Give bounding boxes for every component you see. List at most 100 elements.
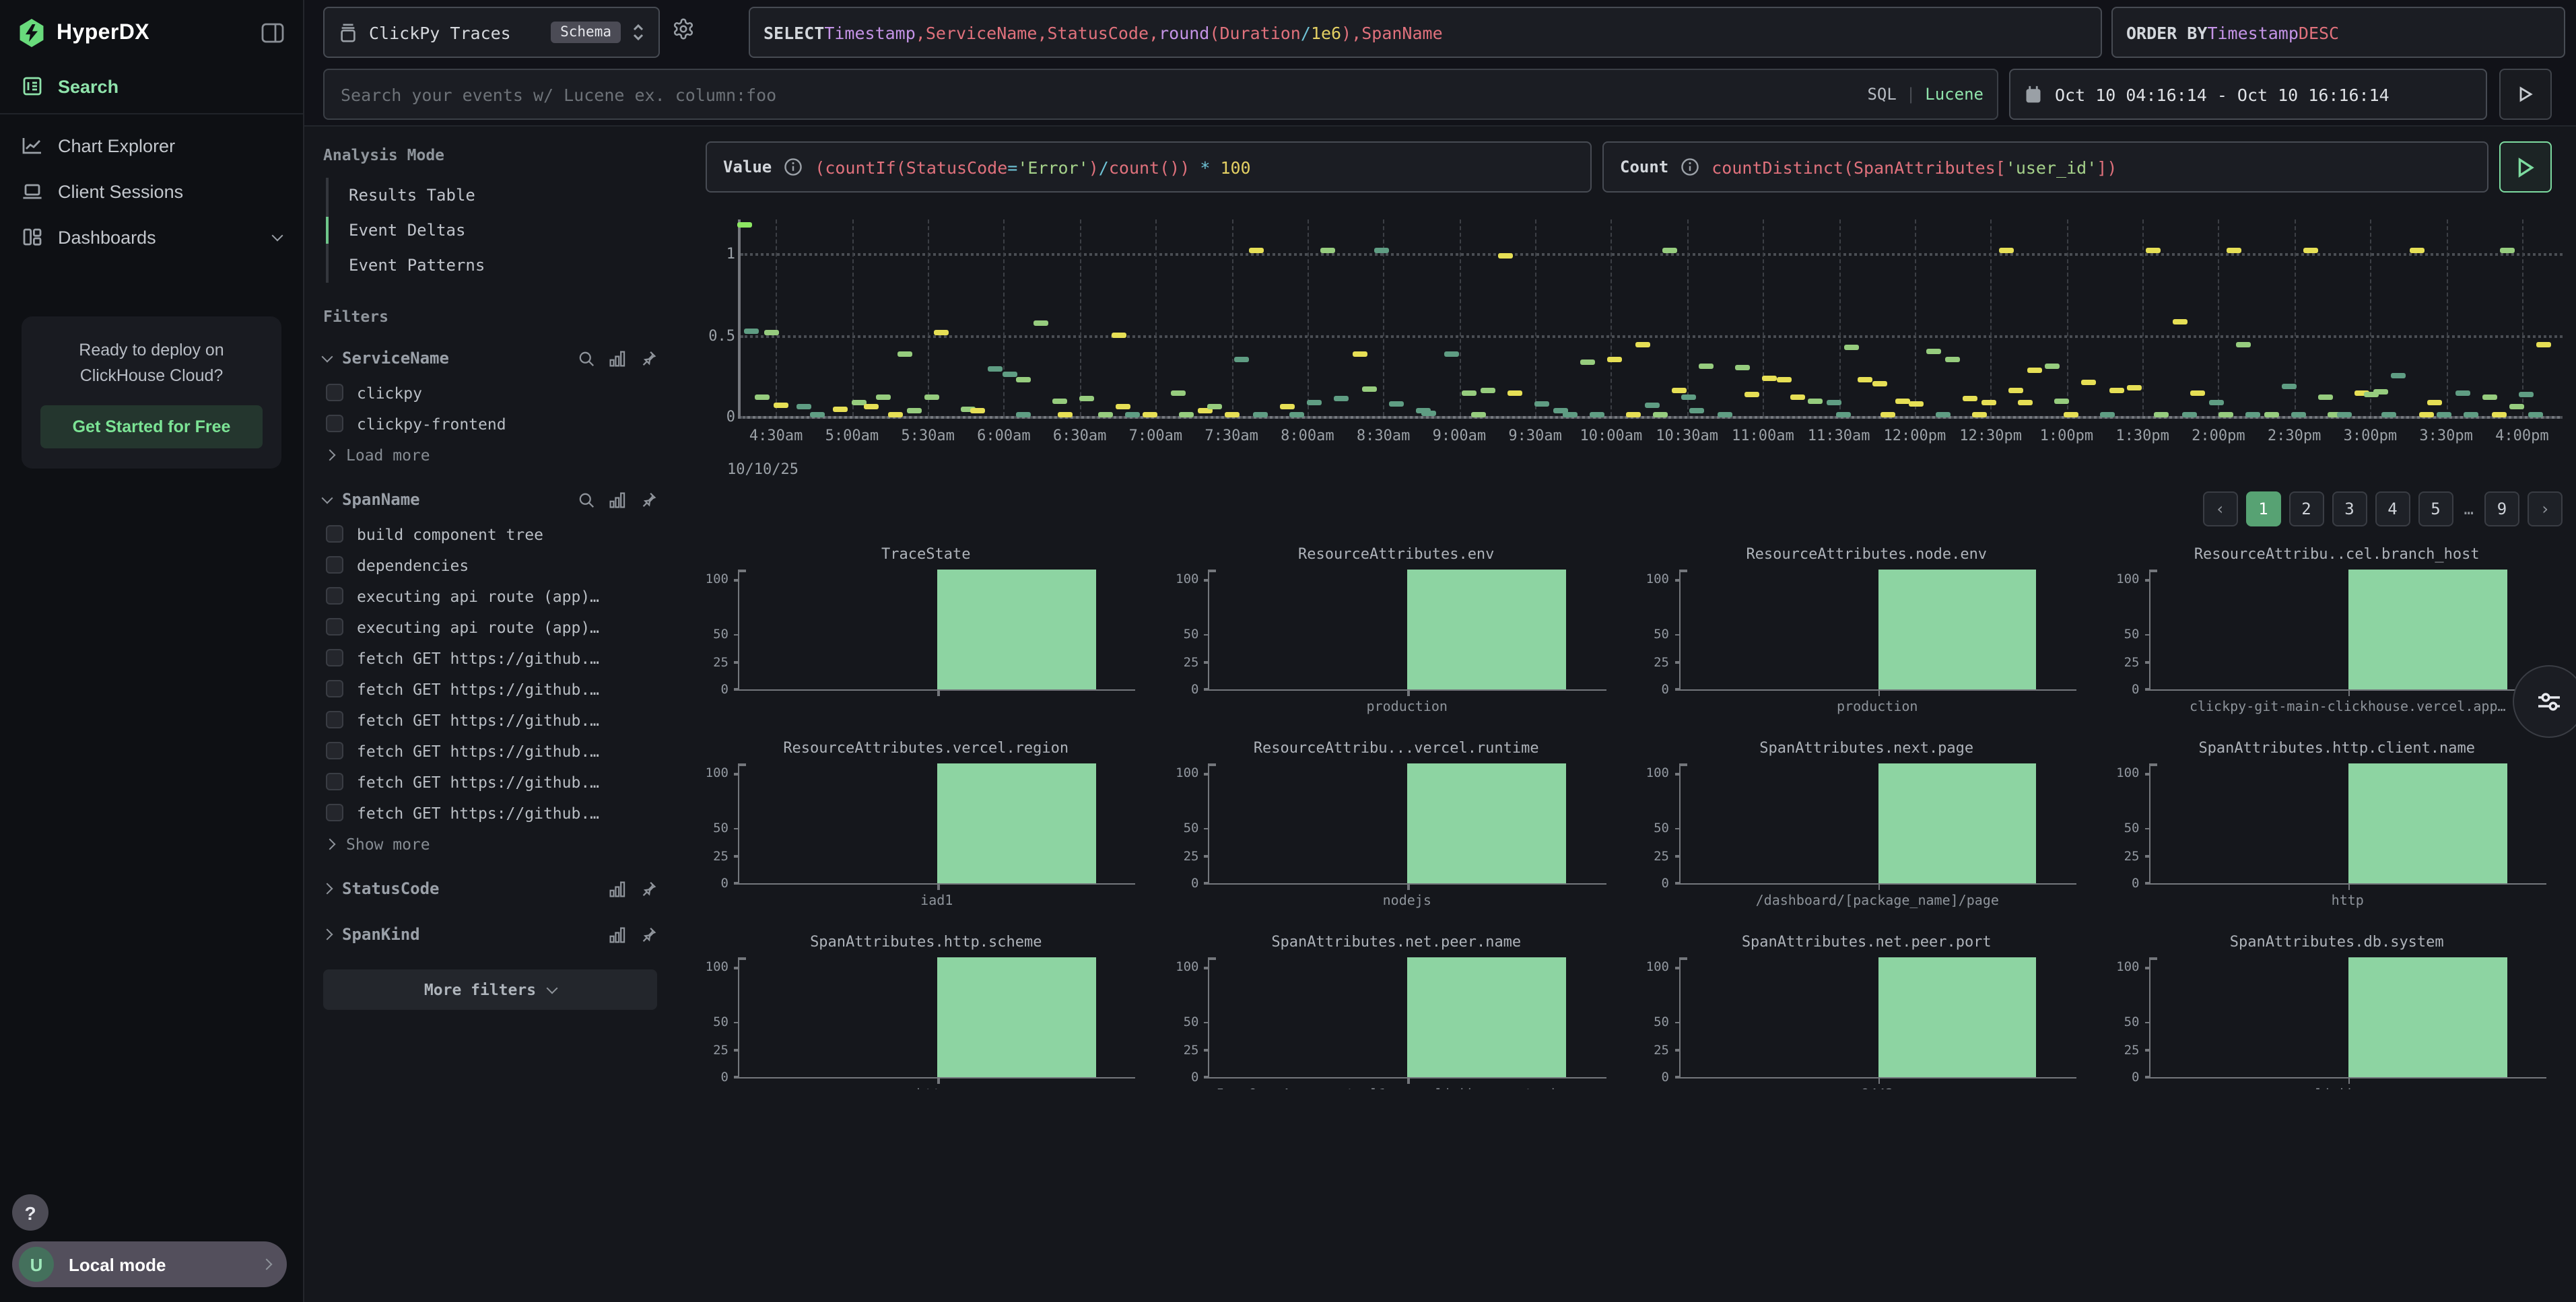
filter-option[interactable]: fetch GET https://github.… (323, 673, 657, 704)
more-filters-button[interactable]: More filters (323, 969, 657, 1010)
lucene-mode-button[interactable]: Lucene (1925, 85, 1984, 104)
search-icon[interactable] (578, 349, 595, 367)
pagination-page-1[interactable]: 1 (2246, 491, 2281, 526)
data-point (2100, 412, 2115, 417)
filter-option[interactable]: build component tree (323, 518, 657, 549)
pagination-page-9[interactable]: 9 (2484, 491, 2519, 526)
sidebar-item-search[interactable]: Search (0, 63, 303, 109)
load-more-button[interactable]: Load more (323, 439, 657, 473)
data-point (1471, 412, 1486, 417)
gridline-x (928, 219, 929, 416)
checkbox[interactable] (326, 711, 343, 728)
facet-chart[interactable]: ResourceAttribu...vercel.runtime10050250… (1168, 739, 1625, 916)
filter-option[interactable]: fetch GET https://github.… (323, 735, 657, 766)
facet-chart[interactable]: TraceState10050250 (698, 545, 1155, 722)
filter-option[interactable]: dependencies (323, 549, 657, 580)
filter-option[interactable]: fetch GET https://github.… (323, 704, 657, 735)
data-source-select[interactable]: ClickPy Traces Schema (323, 7, 660, 58)
analysis-mode-event-patterns[interactable]: Event Patterns (329, 248, 657, 283)
search-icon[interactable] (578, 491, 595, 508)
search-input[interactable] (338, 83, 1856, 106)
event-deltas-chart[interactable]: 00.514:30am5:00am5:30am6:00am6:30am7:00a… (703, 214, 2565, 478)
select-clause-input[interactable]: SELECT Timestamp, ServiceName, StatusCod… (749, 7, 2102, 58)
sidebar-item-dashboards[interactable]: Dashboards (0, 214, 303, 260)
checkbox[interactable] (326, 384, 343, 401)
facet-chart[interactable]: SpanAttributes.net.peer.name10050250z5nr… (1168, 933, 1625, 1089)
sidebar-item-client-sessions[interactable]: Client Sessions (0, 168, 303, 214)
analysis-mode-results-table[interactable]: Results Table (329, 178, 657, 213)
x-tick-label: 1:00pm (2040, 427, 2094, 444)
x-tick-label: 11:30am (1808, 427, 1870, 444)
pagination-page-4[interactable]: 4 (2375, 491, 2410, 526)
sidebar-item-label: Search (58, 76, 118, 96)
data-point (1307, 399, 1322, 405)
sidebar-item-chart-explorer[interactable]: Chart Explorer (0, 123, 303, 168)
bars-icon[interactable] (609, 926, 626, 943)
filter-group-header-servicename[interactable]: ServiceName (323, 339, 657, 377)
data-point (1644, 403, 1659, 408)
checkbox[interactable] (326, 525, 343, 543)
time-range-picker[interactable]: Oct 10 04:16:14 - Oct 10 16:16:14 (2009, 69, 2487, 120)
analysis-mode-event-deltas[interactable]: Event Deltas (329, 213, 657, 248)
checkbox[interactable] (326, 618, 343, 636)
facet-chart[interactable]: ResourceAttributes.vercel.region10050250… (698, 739, 1155, 916)
collapse-sidebar-icon[interactable] (261, 23, 284, 43)
facet-y-tick (1205, 1076, 1210, 1078)
facet-chart[interactable]: SpanAttributes.db.system10050250clickhou… (2109, 933, 2566, 1089)
pin-icon[interactable] (640, 926, 657, 943)
pagination-page-2[interactable]: 2 (2289, 491, 2324, 526)
checkbox[interactable] (326, 415, 343, 432)
filter-option[interactable]: executing api route (app)… (323, 580, 657, 611)
pagination-page-5[interactable]: 5 (2418, 491, 2453, 526)
help-button[interactable]: ? (12, 1194, 48, 1231)
checkbox[interactable] (326, 804, 343, 821)
checkbox[interactable] (326, 649, 343, 666)
data-point (2054, 399, 2069, 404)
checkbox[interactable] (326, 773, 343, 790)
checkbox[interactable] (326, 680, 343, 697)
checkbox[interactable] (326, 587, 343, 605)
filter-option[interactable]: fetch GET https://github.… (323, 766, 657, 797)
filter-option[interactable]: fetch GET https://github.… (323, 642, 657, 673)
filter-group-header-statuscode[interactable]: StatusCode (323, 870, 657, 907)
get-started-button[interactable]: Get Started for Free (40, 405, 263, 448)
bars-icon[interactable] (609, 491, 626, 508)
checkbox[interactable] (326, 556, 343, 574)
sql-mode-button[interactable]: SQL (1867, 85, 1896, 104)
count-expression-input[interactable]: Count countDistinct(SpanAttributes['user… (1602, 141, 2488, 193)
filter-option[interactable]: clickpy-frontend (323, 408, 657, 439)
facet-y-tick (2145, 580, 2150, 582)
facet-title: SpanAttributes.net.peer.name (1168, 933, 1625, 955)
pin-icon[interactable] (640, 491, 657, 508)
pagination-prev[interactable]: ‹ (2203, 491, 2238, 526)
gear-icon[interactable] (672, 18, 695, 40)
filter-group-header-spanname[interactable]: SpanName (323, 481, 657, 518)
x-tick-label: 1:30pm (2115, 427, 2169, 444)
show-more-button[interactable]: Show more (323, 828, 657, 862)
facet-chart[interactable]: SpanAttributes.http.client.name10050250h… (2109, 739, 2566, 916)
facet-plot-area (2149, 957, 2547, 1078)
facet-y-tick (1205, 1022, 1210, 1024)
facet-chart[interactable]: SpanAttributes.next.page10050250/dashboa… (1638, 739, 2095, 916)
facet-chart[interactable]: SpanAttributes.net.peer.port100502508443 (1638, 933, 2095, 1089)
order-by-input[interactable]: ORDER BY Timestamp DESC (2111, 7, 2565, 58)
pagination-page-3[interactable]: 3 (2332, 491, 2367, 526)
pin-icon[interactable] (640, 880, 657, 897)
search-run-button[interactable] (2499, 69, 2552, 120)
pagination-next[interactable]: › (2528, 491, 2563, 526)
facet-chart[interactable]: ResourceAttribu..cel.branch_host10050250… (2109, 545, 2566, 722)
checkbox[interactable] (326, 742, 343, 759)
facet-chart[interactable]: ResourceAttributes.env10050250production (1168, 545, 1625, 722)
filter-option[interactable]: clickpy (323, 377, 657, 408)
filter-group-header-spankind[interactable]: SpanKind (323, 916, 657, 953)
bars-icon[interactable] (609, 880, 626, 897)
filter-option[interactable]: executing api route (app)… (323, 611, 657, 642)
facet-chart[interactable]: SpanAttributes.http.scheme10050250https (698, 933, 1155, 1089)
value-expression-input[interactable]: Value (countIf(StatusCode='Error')/count… (706, 141, 1592, 193)
bars-icon[interactable] (609, 349, 626, 367)
filter-option[interactable]: fetch GET https://github.… (323, 797, 657, 828)
user-menu[interactable]: U Local mode (12, 1241, 287, 1287)
facet-chart[interactable]: ResourceAttributes.node.env10050250produ… (1638, 545, 2095, 722)
pin-icon[interactable] (640, 349, 657, 367)
run-analysis-button[interactable] (2499, 141, 2552, 193)
